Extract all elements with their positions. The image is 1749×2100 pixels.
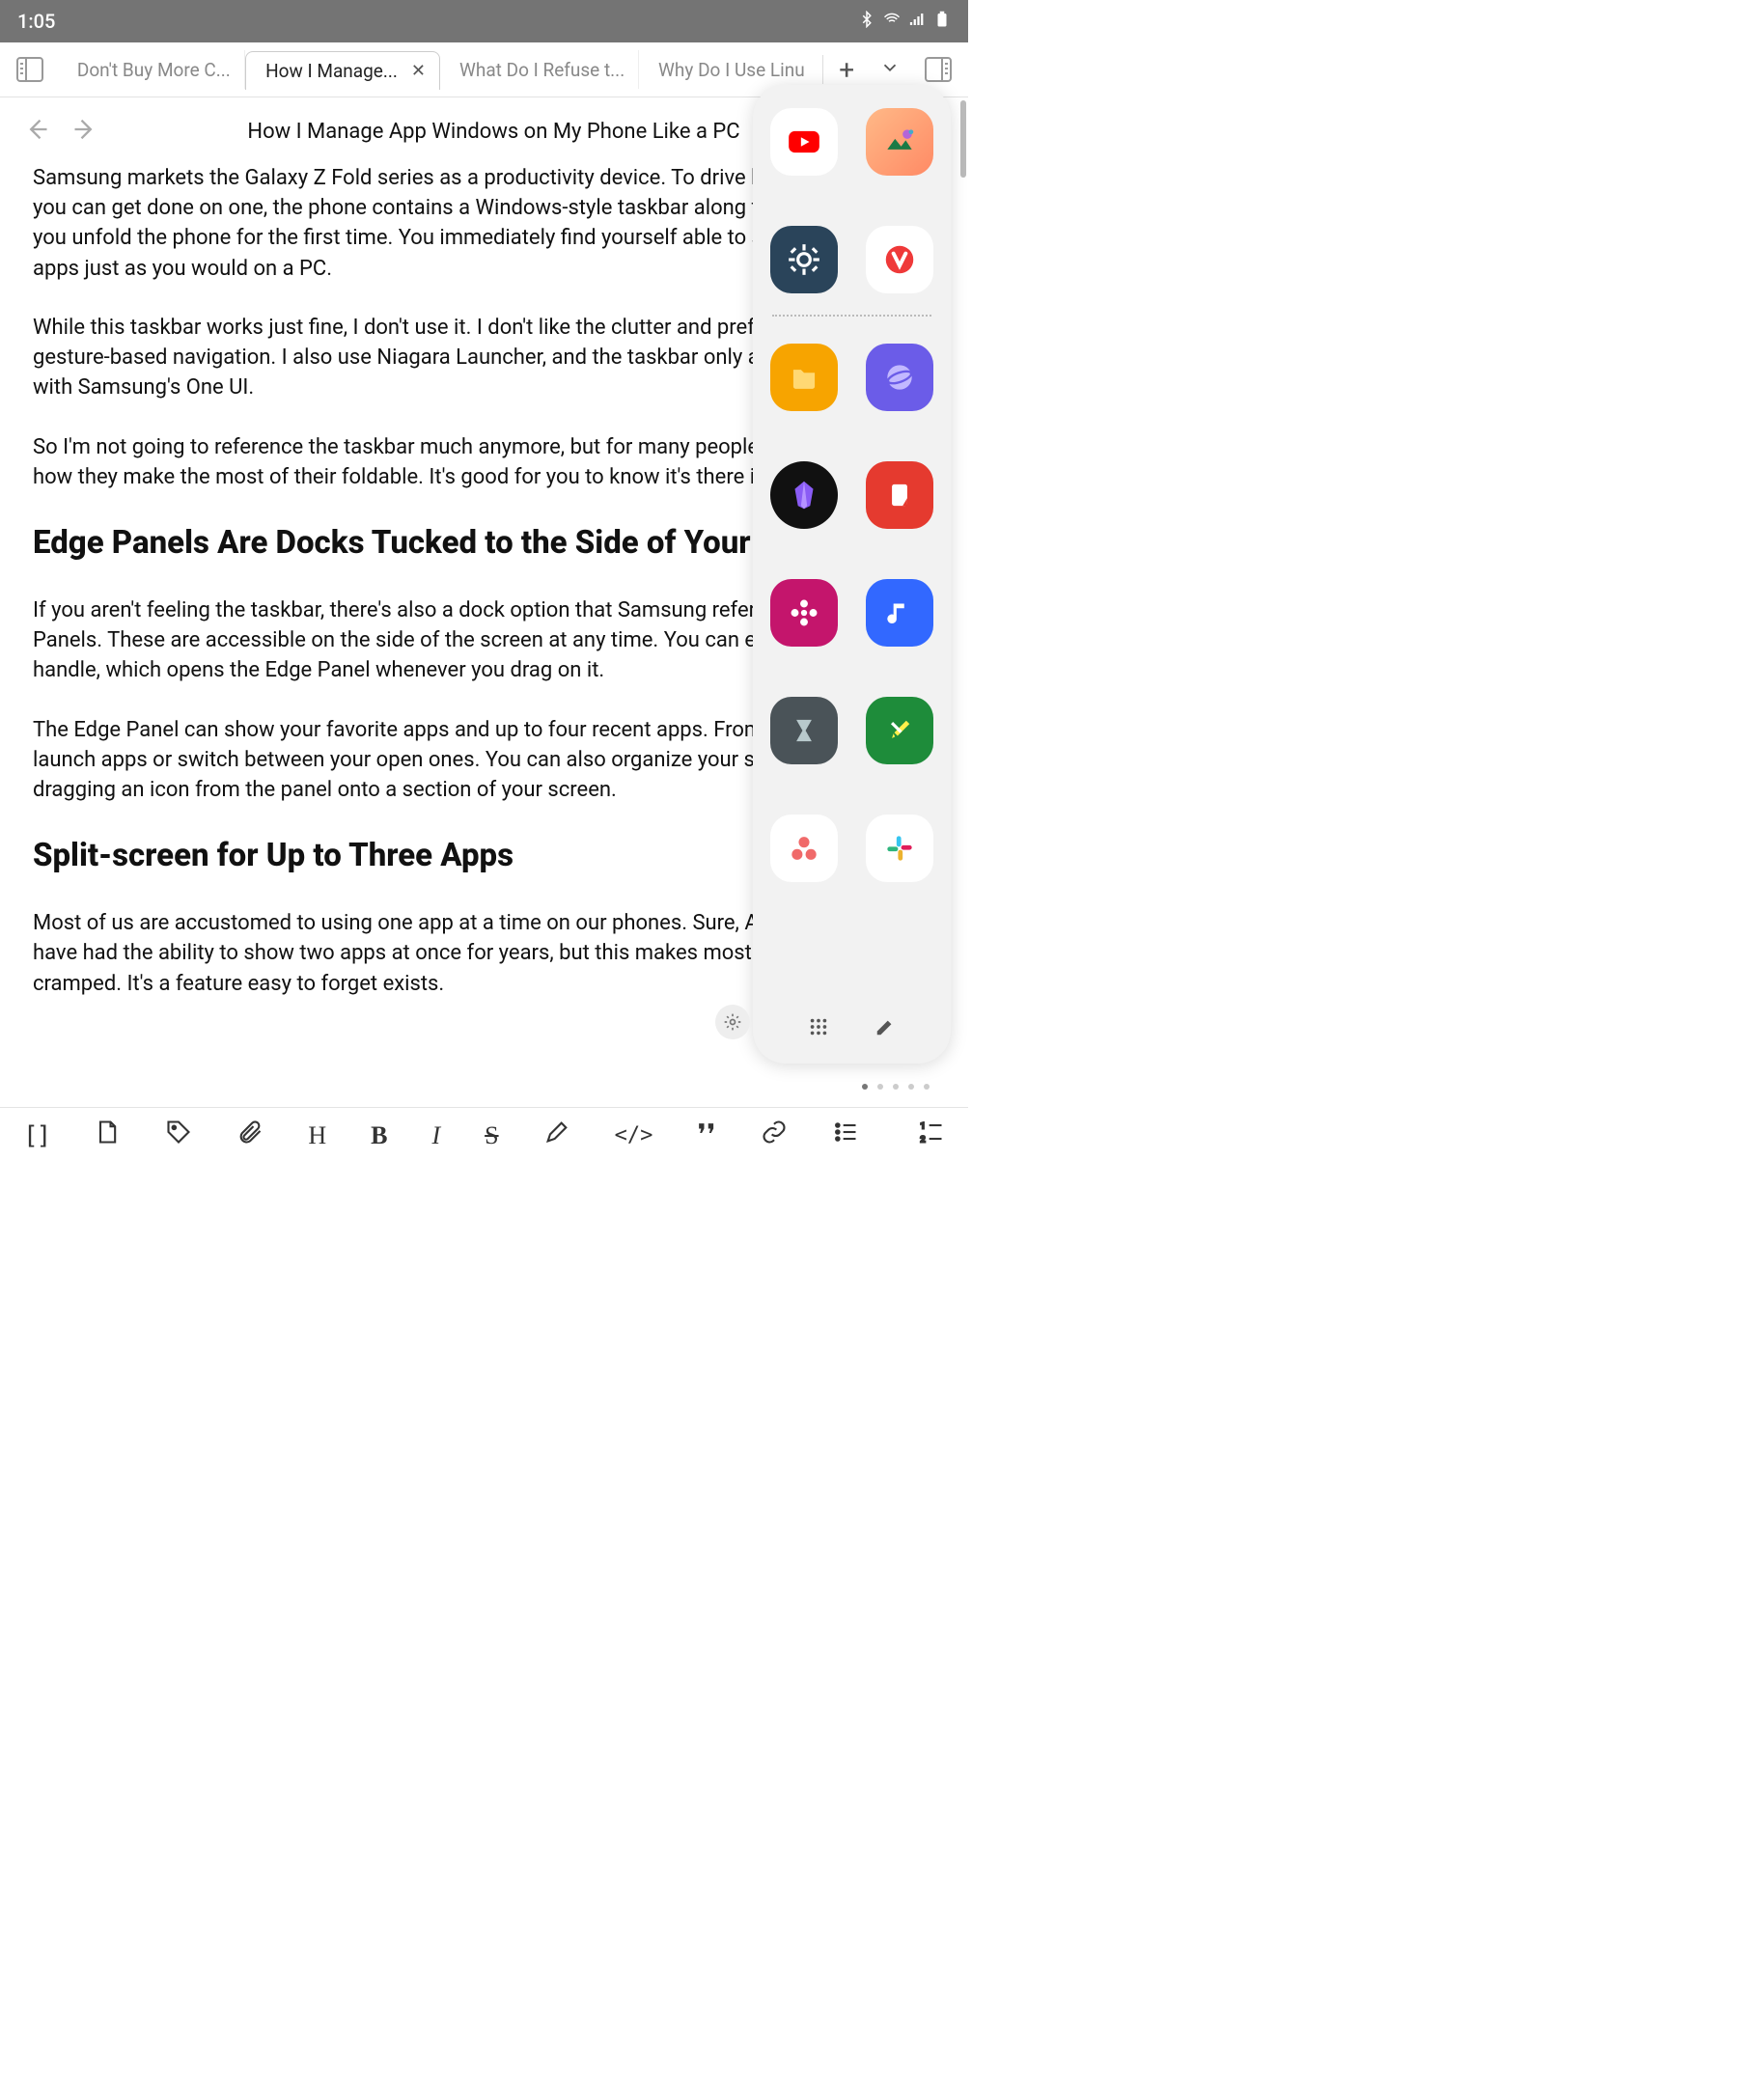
back-button[interactable] (23, 116, 50, 147)
svg-text:1: 1 (920, 1121, 925, 1132)
code-button[interactable]: </> (615, 1123, 653, 1147)
tag-button[interactable] (165, 1119, 192, 1152)
dot (893, 1084, 899, 1090)
app-settings[interactable] (770, 226, 838, 293)
strikethrough-button[interactable]: S (485, 1121, 498, 1150)
bluetooth-icon (858, 10, 875, 33)
app-youtube[interactable] (770, 108, 838, 176)
edit-panel-button[interactable] (868, 1009, 902, 1044)
dot (924, 1084, 930, 1090)
panel-divider (772, 315, 931, 317)
app-game[interactable] (866, 108, 933, 176)
recent-apps (768, 108, 935, 293)
right-panel-toggle[interactable] (910, 56, 966, 83)
tab-label: Why Do I Use Linu (658, 59, 805, 81)
new-tab-button[interactable]: + (823, 54, 870, 86)
app-gallery[interactable] (770, 579, 838, 647)
link-button[interactable] (761, 1119, 788, 1152)
app-music[interactable] (866, 579, 933, 647)
status-icons (858, 10, 951, 33)
quote-button[interactable]: ❜❜ (697, 1119, 715, 1152)
app-editor[interactable] (866, 697, 933, 764)
heading-button[interactable]: H (308, 1121, 326, 1150)
app-internet[interactable] (866, 344, 933, 411)
svg-text:2: 2 (920, 1135, 925, 1146)
new-file-button[interactable] (94, 1119, 121, 1152)
list-button[interactable] (832, 1119, 859, 1152)
panel-settings-button[interactable] (715, 1005, 750, 1039)
numbered-list-button[interactable]: 12 (918, 1119, 945, 1152)
panel-footer (768, 1004, 935, 1050)
tab-2[interactable]: What Do I Refuse t... (440, 50, 639, 89)
attach-button[interactable] (236, 1119, 264, 1152)
tab-label: How I Manage... (265, 60, 398, 82)
tab-1[interactable]: How I Manage... ✕ (245, 51, 440, 90)
highlight-button[interactable] (543, 1119, 570, 1152)
app-asana[interactable] (770, 815, 838, 882)
signal-icon (908, 10, 926, 33)
app-vivaldi[interactable] (866, 226, 933, 293)
dot (862, 1084, 868, 1090)
tab-3[interactable]: Why Do I Use Linu (639, 50, 819, 89)
app-obsidian[interactable] (770, 461, 838, 529)
app-notes[interactable] (866, 461, 933, 529)
editor-toolbar: [] H B I S </> ❜❜ 12 (0, 1107, 968, 1163)
italic-button[interactable]: I (431, 1121, 440, 1150)
scrollbar[interactable] (960, 100, 966, 178)
status-bar: 1:05 (0, 0, 968, 42)
edge-panel[interactable] (753, 85, 951, 1064)
tabs-dropdown[interactable] (870, 57, 910, 82)
forward-button[interactable] (71, 116, 98, 147)
app-files[interactable] (770, 344, 838, 411)
tab-0[interactable]: Don't Buy More C... (58, 50, 245, 89)
panel-page-indicator[interactable] (862, 1084, 930, 1090)
left-panel-toggle[interactable] (2, 56, 58, 83)
close-tab-icon[interactable]: ✕ (411, 61, 426, 81)
clock: 1:05 (17, 10, 55, 33)
favorite-apps (768, 344, 935, 882)
wifi-icon (883, 10, 901, 33)
dot (908, 1084, 914, 1090)
all-apps-button[interactable] (801, 1009, 836, 1044)
brackets-button[interactable]: [] (23, 1121, 49, 1150)
app-slack[interactable] (866, 815, 933, 882)
dot (877, 1084, 883, 1090)
tab-label: What Do I Refuse t... (459, 59, 625, 81)
bold-button[interactable]: B (371, 1121, 387, 1150)
app-digital-wellbeing[interactable] (770, 697, 838, 764)
tab-label: Don't Buy More C... (77, 59, 231, 81)
battery-icon (933, 10, 951, 33)
